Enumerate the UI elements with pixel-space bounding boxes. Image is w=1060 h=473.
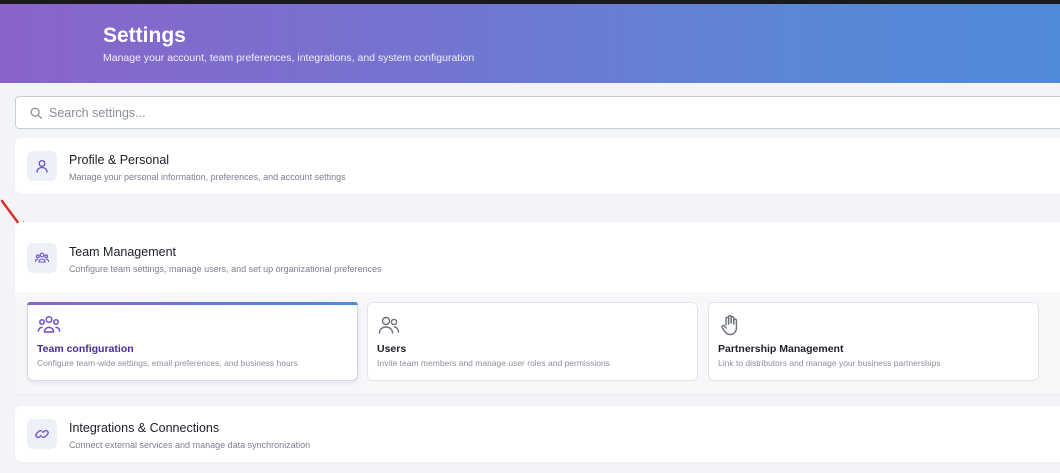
section-profile-personal[interactable]: Profile & Personal Manage your personal … <box>15 138 1060 194</box>
section-team-management: Team Management Configure team settings,… <box>15 222 1060 394</box>
section-title: Team Management <box>69 245 177 259</box>
team-icon <box>27 243 57 273</box>
users-icon <box>378 316 400 334</box>
page-subtitle: Manage your account, team preferences, i… <box>103 52 475 64</box>
item-title: Users <box>377 343 407 355</box>
item-title: Team configuration <box>37 343 134 355</box>
item-description: Configure team-wide settings, email pref… <box>37 358 298 368</box>
section-description: Connect external services and manage dat… <box>69 440 311 450</box>
section-description: Manage your personal information, prefer… <box>69 172 346 182</box>
section-description: Configure team settings, manage users, a… <box>69 264 382 274</box>
item-description: Invite team members and manage user role… <box>377 358 610 368</box>
item-description: Link to distributors and manage your bus… <box>718 358 941 368</box>
team-icon <box>37 315 61 333</box>
hand-icon <box>721 315 738 336</box>
user-icon <box>27 151 57 181</box>
team-configuration-card[interactable]: Team configuration Configure team-wide s… <box>27 302 358 381</box>
search-box[interactable] <box>15 96 1060 129</box>
partnership-management-card[interactable]: Partnership Management Link to distribut… <box>708 302 1039 381</box>
section-integrations-connections[interactable]: Integrations & Connections Connect exter… <box>15 406 1060 462</box>
section-title: Integrations & Connections <box>69 421 220 435</box>
search-icon <box>30 107 42 119</box>
search-input[interactable] <box>49 103 949 123</box>
users-card[interactable]: Users Invite team members and manage use… <box>367 302 698 381</box>
page-title: Settings <box>103 24 186 47</box>
link-icon <box>27 419 57 449</box>
settings-header: Settings Manage your account, team prefe… <box>0 4 1060 83</box>
section-title: Profile & Personal <box>69 153 170 167</box>
team-management-header[interactable]: Team Management Configure team settings,… <box>15 222 1060 292</box>
item-title: Partnership Management <box>718 343 844 355</box>
